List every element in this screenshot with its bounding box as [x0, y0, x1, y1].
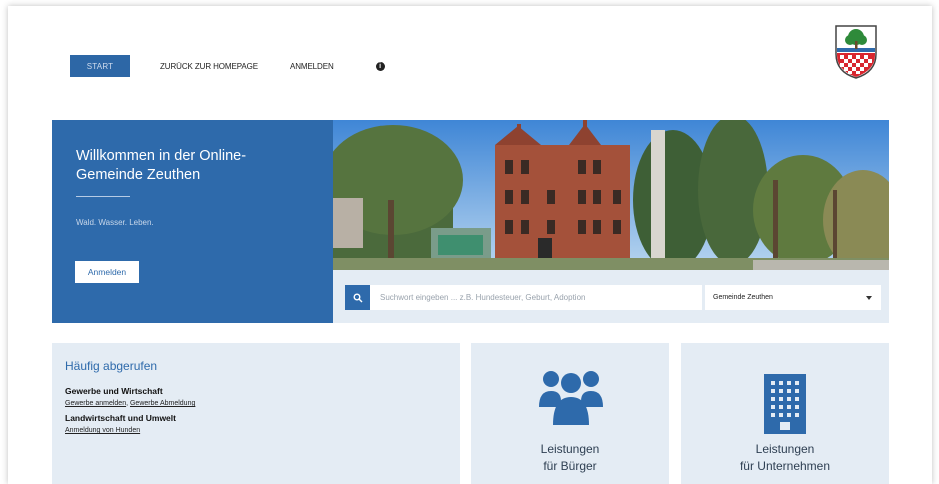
link-register-business[interactable]: Gewerbe anmelden [65, 400, 126, 407]
category-business: Gewerbe und Wirtschaft [65, 386, 163, 396]
town-hall-photo [333, 120, 889, 270]
business-links: Gewerbe anmelden, Gewerbe Abmeldung [65, 400, 196, 407]
info-icon[interactable]: i [375, 61, 385, 71]
link-deregister-business[interactable]: Gewerbe Abmeldung [130, 400, 195, 407]
nav-start-button[interactable]: START [70, 55, 130, 77]
nav-login[interactable]: ANMELDEN [290, 62, 334, 71]
welcome-panel: Willkommen in der Online-Gemeinde Zeuthe… [52, 120, 333, 323]
location-select[interactable]: Gemeinde Zeuthen [705, 285, 881, 310]
link-register-dogs[interactable]: Anmeldung von Hunden [65, 427, 140, 434]
services-business-label: Leistungen für Unternehmen [739, 442, 831, 473]
search-button[interactable] [345, 285, 370, 310]
agriculture-links: Anmeldung von Hunden [65, 427, 140, 434]
search-icon [353, 293, 362, 302]
browser-page: START ZURÜCK ZUR HOMEPAGE ANMELDEN i Wil… [8, 6, 932, 484]
coat-of-arms[interactable] [834, 24, 878, 80]
services-business-card[interactable]: Leistungen für Unternehmen [681, 343, 889, 484]
frequently-accessed-title: Häufig abgerufen [65, 359, 158, 373]
building-icon [764, 374, 806, 434]
services-citizens-card[interactable]: Leistungen für Bürger [471, 343, 669, 484]
welcome-subtitle: Wald. Wasser. Leben. [76, 218, 154, 227]
login-button[interactable]: Anmelden [75, 261, 139, 283]
category-agriculture: Landwirtschaft und Umwelt [65, 413, 176, 423]
search-input[interactable] [370, 285, 702, 310]
welcome-title: Willkommen in der Online-Gemeinde Zeuthe… [76, 148, 247, 183]
location-select-value: Gemeinde Zeuthen [713, 294, 773, 301]
services-citizens-label: Leistungen für Bürger [540, 442, 600, 473]
nav-back-to-homepage[interactable]: ZURÜCK ZUR HOMEPAGE [160, 62, 258, 71]
main-nav: START ZURÜCK ZUR HOMEPAGE ANMELDEN i [70, 54, 385, 78]
title-divider [76, 196, 130, 197]
chevron-down-icon [866, 296, 872, 300]
people-icon [539, 371, 603, 425]
frequently-accessed-panel: Häufig abgerufen Gewerbe und Wirtschaft … [52, 343, 460, 484]
